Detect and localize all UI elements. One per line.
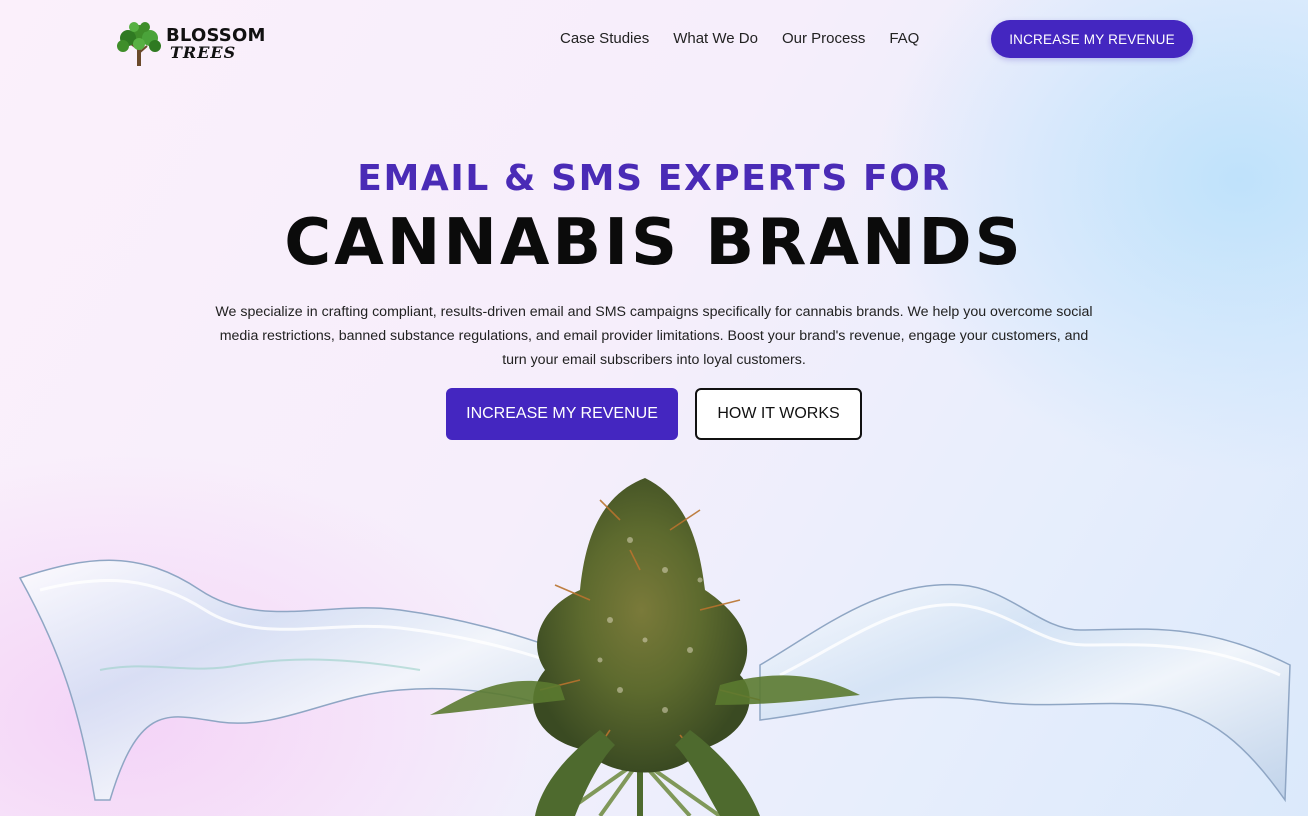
- nav-link-case-studies[interactable]: Case Studies: [560, 30, 649, 47]
- glass-ribbon-left: [18, 559, 561, 801]
- brand-wordmark: BLOSSOM TREES: [166, 27, 266, 61]
- how-it-works-button[interactable]: HOW IT WORKS: [695, 388, 862, 440]
- hero-title: CANNABIS BRANDS: [284, 206, 1024, 280]
- brand-logo[interactable]: BLOSSOM TREES: [114, 18, 274, 70]
- nav-link-faq[interactable]: FAQ: [889, 30, 919, 47]
- brand-name-line2: TREES: [170, 43, 237, 62]
- hero-description: We specialize in crafting compliant, res…: [215, 304, 1093, 368]
- site-header: BLOSSOM TREES Case Studies What We Do Ou…: [0, 0, 1308, 80]
- hero-illustration: [18, 478, 1291, 816]
- header-cta-button[interactable]: INCREASE MY REVENUE: [991, 20, 1193, 58]
- increase-revenue-button[interactable]: INCREASE MY REVENUE: [446, 388, 678, 440]
- hero-subtitle: EMAIL & SMS EXPERTS FOR: [357, 158, 951, 199]
- nav-link-our-process[interactable]: Our Process: [782, 30, 865, 47]
- nav-link-what-we-do[interactable]: What We Do: [673, 30, 758, 47]
- main-nav: Case Studies What We Do Our Process FAQ: [560, 30, 919, 47]
- tree-logo-icon: [117, 22, 161, 66]
